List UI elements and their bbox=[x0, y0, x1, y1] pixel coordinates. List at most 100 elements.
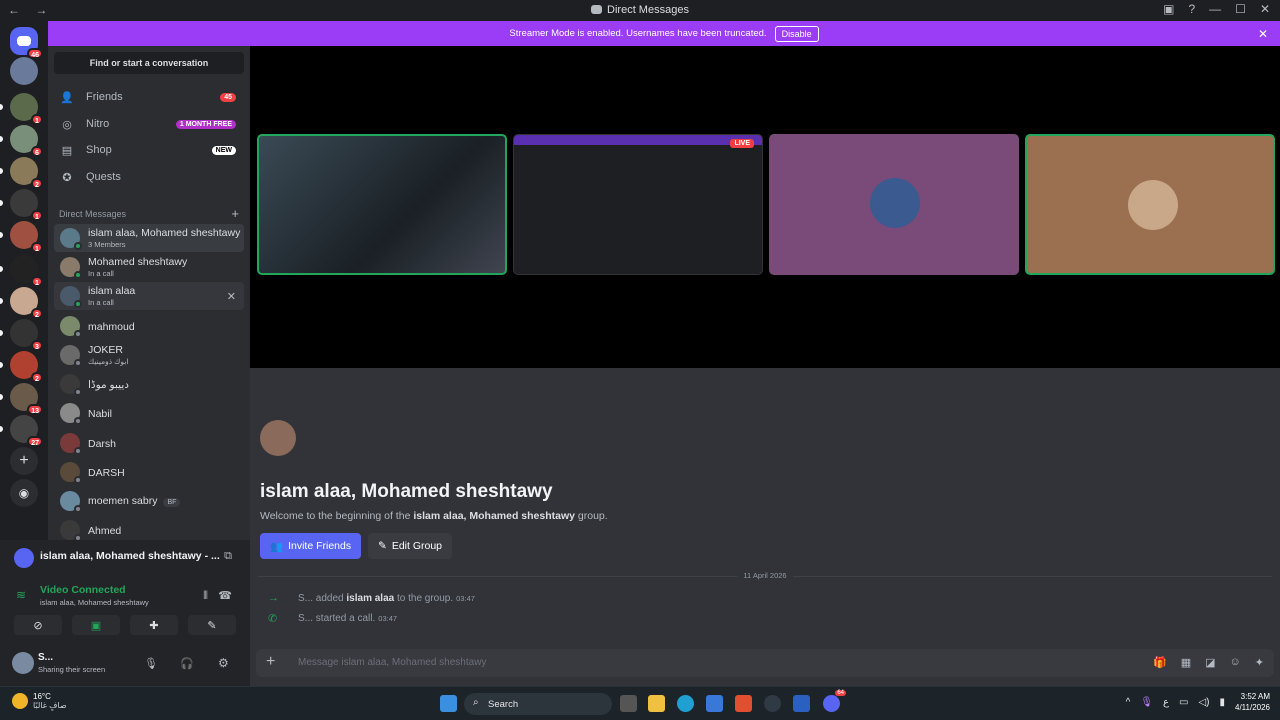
status-indicator bbox=[74, 476, 82, 484]
dm-name: DARSH bbox=[88, 466, 125, 479]
msg-target[interactable]: islam alaa bbox=[346, 593, 394, 604]
discover-icon[interactable]: ◉ bbox=[10, 479, 38, 507]
participant-tile[interactable] bbox=[769, 134, 1019, 275]
edit-group-button[interactable]: ✎ Edit Group bbox=[368, 533, 453, 559]
help-icon[interactable]: ? bbox=[1188, 2, 1195, 16]
store-icon[interactable] bbox=[706, 695, 723, 712]
create-dm-icon[interactable]: + bbox=[231, 206, 239, 221]
dm-item[interactable]: moemen sabry BF bbox=[54, 487, 244, 515]
start-icon[interactable] bbox=[440, 695, 457, 712]
chrome-icon[interactable] bbox=[764, 695, 781, 712]
sticker-icon[interactable]: ◪ bbox=[1205, 656, 1215, 669]
maximize-icon[interactable]: ☐ bbox=[1235, 2, 1246, 16]
nav-nitro-label: Nitro bbox=[86, 118, 110, 130]
dm-item[interactable]: Darsh bbox=[54, 429, 244, 457]
weather-widget[interactable]: 16°C صافٍ غالبًا bbox=[12, 692, 67, 710]
user-name[interactable]: S... bbox=[38, 652, 53, 663]
signal-icon[interactable]: ≋ bbox=[16, 588, 26, 602]
server-icon[interactable]: 6 bbox=[0, 125, 43, 157]
headphones-icon[interactable]: 🎧 bbox=[180, 657, 194, 670]
soundboard-button[interactable]: ✎ bbox=[188, 615, 236, 635]
task-view-icon[interactable] bbox=[620, 695, 637, 712]
brave-icon[interactable] bbox=[735, 695, 752, 712]
nav-shop[interactable]: ▤ Shop NEW bbox=[54, 138, 244, 162]
minimize-icon[interactable]: — bbox=[1209, 2, 1221, 16]
dm-name-line: moemen sabry BF bbox=[88, 494, 181, 508]
welcome-pre: Welcome to the beginning of the bbox=[260, 510, 414, 522]
edge-icon[interactable] bbox=[677, 695, 694, 712]
microphone-icon[interactable]: 🎙 bbox=[144, 657, 158, 670]
dm-name: دييبو موڈا bbox=[88, 378, 129, 391]
server-icon[interactable]: 13 bbox=[0, 383, 43, 415]
user-avatar[interactable] bbox=[12, 652, 34, 674]
dm-name-line: islam alaa, Mohamed sheshtawy bbox=[88, 226, 240, 239]
nav-friends[interactable]: 👤 Friends 45 bbox=[54, 85, 244, 109]
server-icon[interactable]: 1 bbox=[0, 93, 43, 125]
volume-icon[interactable]: ◁) bbox=[1198, 697, 1209, 708]
participant-tile[interactable] bbox=[1025, 134, 1275, 275]
close-icon[interactable]: ✕ bbox=[1258, 27, 1268, 41]
file-explorer-icon[interactable] bbox=[648, 695, 665, 712]
server-icon[interactable]: 2 bbox=[0, 157, 43, 189]
noise-suppression-icon[interactable]: ⦀ bbox=[203, 590, 208, 603]
voice-channel-name[interactable]: islam alaa, Mohamed sheshtawy - ... bbox=[40, 550, 220, 562]
microphone-tray-icon[interactable]: 🎙 bbox=[1140, 697, 1153, 708]
server-icon[interactable]: 27 bbox=[0, 415, 43, 447]
screen-share-button[interactable]: ▣ bbox=[72, 615, 120, 635]
server-icon[interactable]: 1 bbox=[0, 255, 43, 287]
message-input[interactable]: + Message islam alaa, Mohamed sheshtawy … bbox=[256, 649, 1274, 677]
group-dm-avatar[interactable] bbox=[10, 57, 38, 85]
dm-item[interactable]: DARSH bbox=[54, 458, 244, 486]
discord-taskbar-icon[interactable]: 64 bbox=[823, 690, 846, 712]
dm-item[interactable]: Mohamed sheshtawy In a call bbox=[54, 253, 244, 281]
invite-friends-button[interactable]: 👥 Invite Friends bbox=[260, 533, 362, 559]
screen-share-tile[interactable]: LIVE bbox=[513, 134, 763, 275]
gift-icon[interactable]: 🎁 bbox=[1153, 656, 1167, 669]
dm-item[interactable]: JOKER ابوك ذومينيك bbox=[54, 341, 244, 369]
server-icon[interactable]: 1 bbox=[0, 189, 43, 221]
home-dm-button[interactable]: 46 bbox=[10, 27, 43, 59]
search-icon: ⌕ bbox=[473, 697, 479, 708]
inbox-icon[interactable]: ▣ bbox=[1163, 2, 1174, 16]
dm-item[interactable]: mahmoud bbox=[54, 312, 244, 340]
dm-item[interactable]: Nabil bbox=[54, 399, 244, 427]
dm-item[interactable]: Ahmed bbox=[54, 516, 244, 540]
gear-icon[interactable]: ⚙ bbox=[218, 656, 229, 670]
server-icon[interactable]: 3 bbox=[0, 319, 43, 351]
dm-item[interactable]: islam alaa In a call ✕ bbox=[54, 282, 244, 310]
nav-quests[interactable]: ✪ Quests bbox=[54, 165, 244, 189]
taskbar-search[interactable]: ⌕ Search bbox=[464, 693, 612, 715]
chevron-up-icon[interactable]: ^ bbox=[1126, 697, 1131, 708]
network-icon[interactable]: ▭ bbox=[1179, 697, 1188, 708]
voice-status[interactable]: Video Connected bbox=[40, 584, 126, 596]
close-icon[interactable]: ✕ bbox=[1260, 2, 1270, 16]
nitro-badge: 1 MONTH FREE bbox=[175, 119, 236, 129]
nav-nitro[interactable]: ◎ Nitro 1 MONTH FREE bbox=[54, 112, 244, 136]
disconnect-icon[interactable]: ☎ bbox=[218, 589, 232, 602]
server-icon[interactable]: 1 bbox=[0, 221, 43, 253]
window-title-text: Direct Messages bbox=[607, 4, 689, 16]
dm-item[interactable]: دييبو موڈا bbox=[54, 370, 244, 398]
search-input[interactable]: Find or start a conversation bbox=[54, 52, 244, 74]
msg-actor[interactable]: S... bbox=[298, 613, 313, 624]
attach-icon[interactable]: + bbox=[266, 653, 275, 671]
camera-tile[interactable] bbox=[257, 134, 507, 275]
disable-streamer-button[interactable]: Disable bbox=[774, 25, 819, 42]
apps-icon[interactable]: ✦ bbox=[1255, 656, 1264, 669]
server-icon[interactable]: 2 bbox=[0, 351, 43, 383]
camera-off-button[interactable]: ⊘ bbox=[14, 615, 62, 635]
battery-icon[interactable]: ▮ bbox=[1219, 697, 1225, 708]
add-server-icon[interactable]: + bbox=[10, 447, 38, 475]
clock[interactable]: 3:52 AM 4/11/2026 bbox=[1235, 691, 1270, 713]
emoji-icon[interactable]: ☺ bbox=[1230, 656, 1241, 669]
server-icon[interactable]: 2 bbox=[0, 287, 43, 319]
app-icon[interactable] bbox=[793, 695, 810, 712]
dm-item[interactable]: islam alaa, Mohamed sheshtawy 3 Members bbox=[54, 224, 244, 252]
popout-icon[interactable]: ⧉ bbox=[224, 550, 232, 563]
msg-actor[interactable]: S... bbox=[298, 593, 313, 604]
language-indicator[interactable]: ع bbox=[1163, 697, 1169, 708]
close-dm-icon[interactable]: ✕ bbox=[227, 290, 236, 303]
gif-icon[interactable]: ▦ bbox=[1181, 656, 1191, 669]
activities-button[interactable]: ✚ bbox=[130, 615, 178, 635]
dm-subtitle: ابوك ذومينيك bbox=[88, 357, 129, 366]
